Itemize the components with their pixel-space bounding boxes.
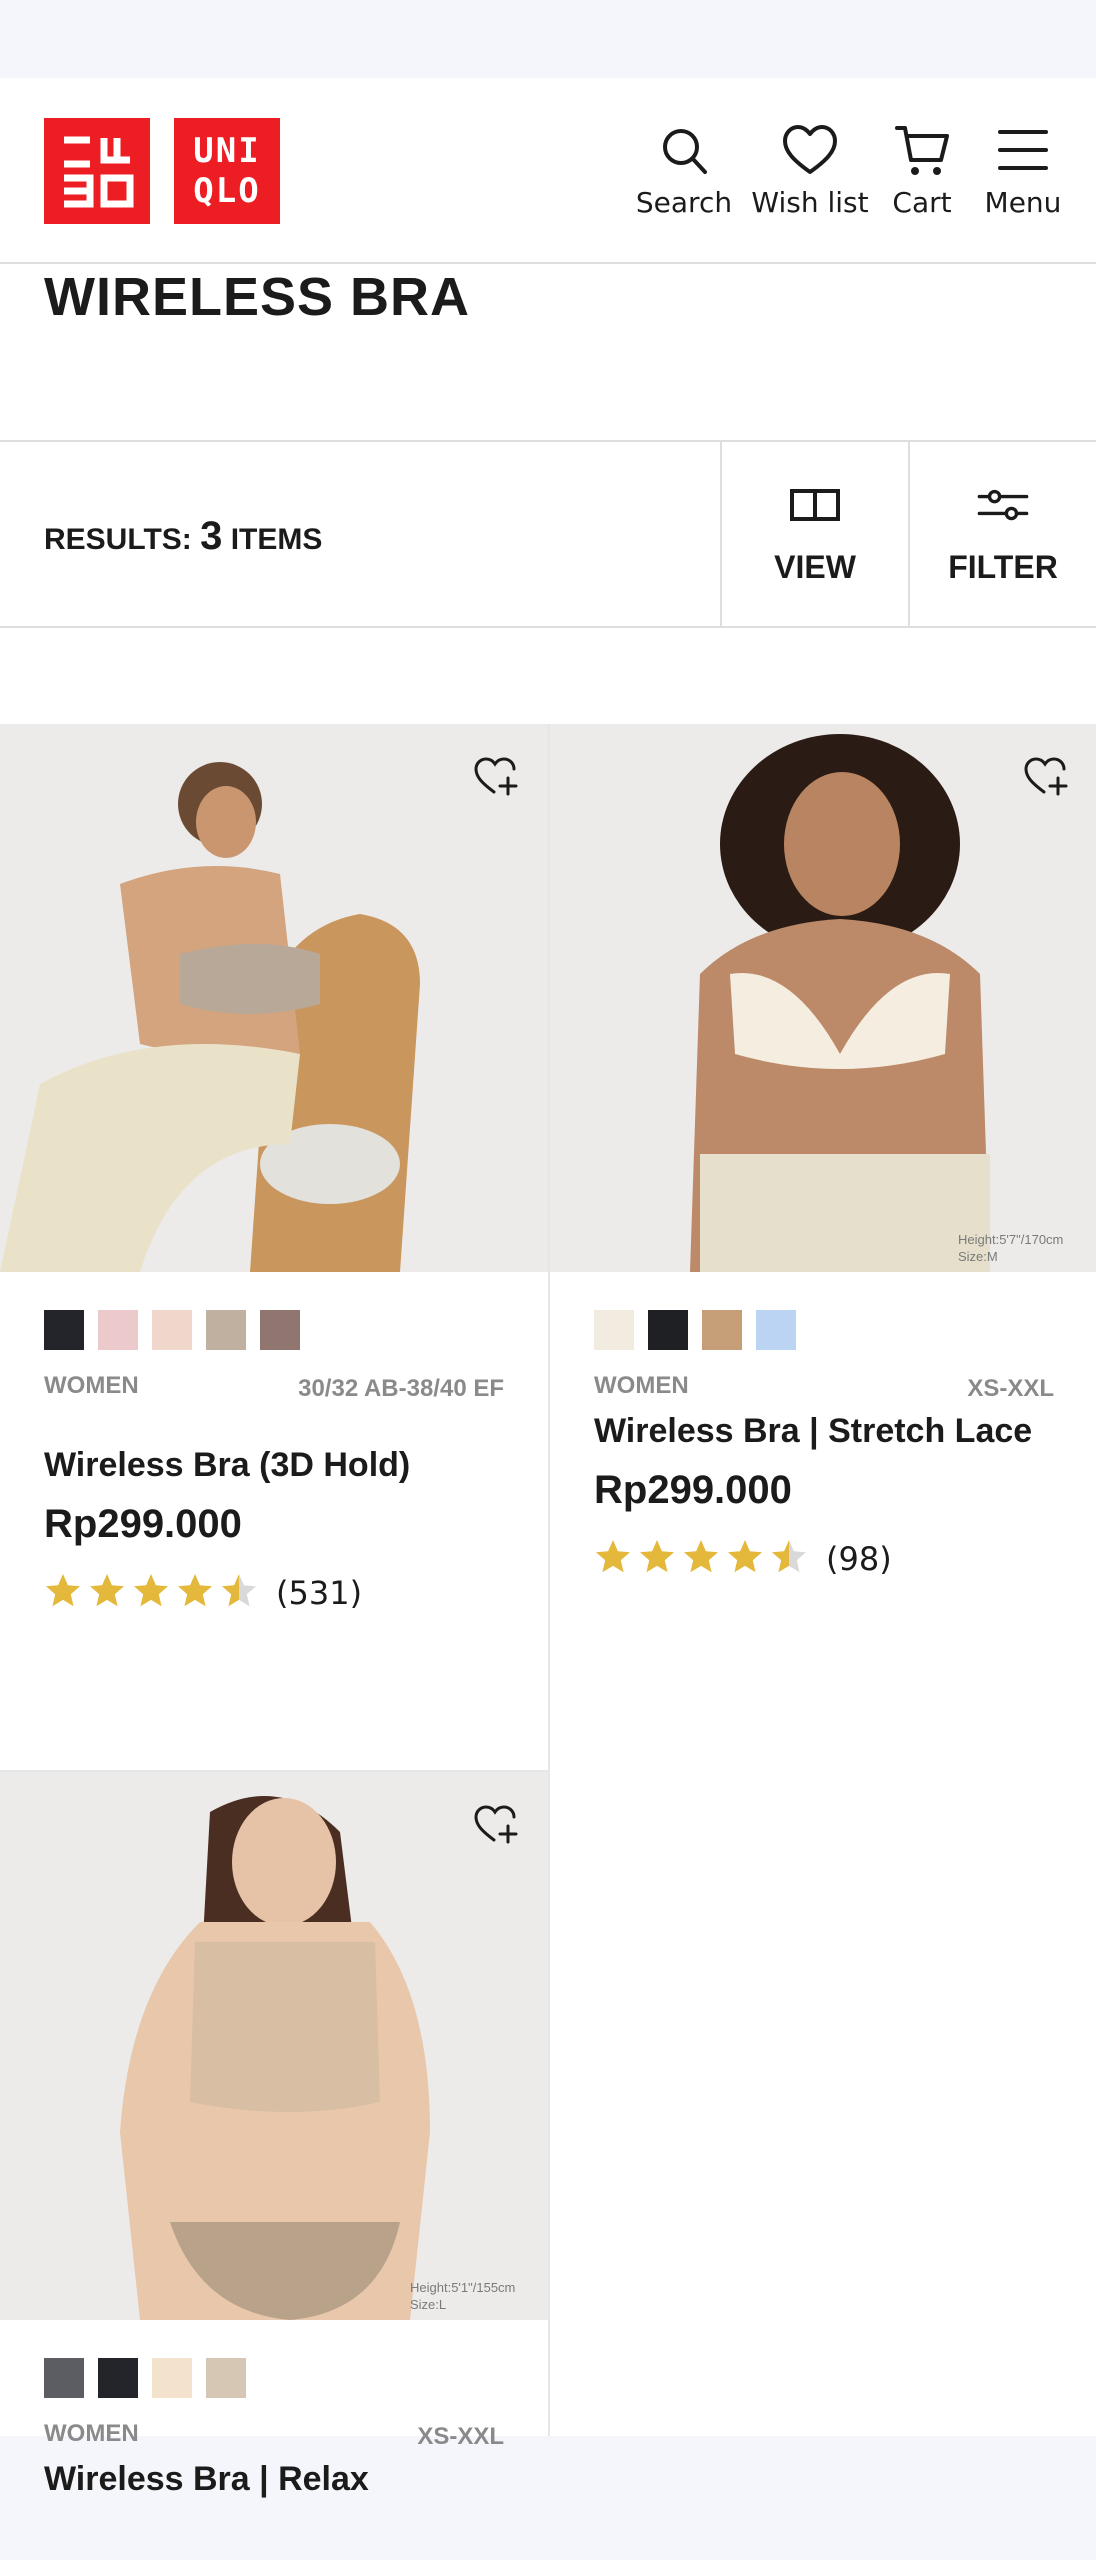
cart-button[interactable]: Cart <box>882 122 962 219</box>
star-icon <box>638 1538 676 1580</box>
view-button[interactable]: VIEW <box>720 442 908 626</box>
product-name[interactable]: Wireless Bra | Relax <box>44 2460 369 2499</box>
product-image[interactable]: Height:5'7"/170cm Size:M <box>550 724 1096 1272</box>
search-label: Search <box>635 186 733 219</box>
color-swatch[interactable] <box>98 1310 138 1350</box>
color-swatch[interactable] <box>98 2358 138 2398</box>
product-card[interactable]: WOMEN 30/32 AB-38/40 EF Wireless Bra (3D… <box>0 724 548 1770</box>
grid-view-icon <box>790 488 840 521</box>
product-gender: WOMEN <box>594 1372 689 1399</box>
page-title: WIRELESS BRA <box>44 267 471 327</box>
menu-label: Menu <box>984 186 1062 219</box>
uniqlo-logo[interactable]: UNI QLO <box>44 118 280 224</box>
title-section: WIRELESS BRA <box>0 264 1096 442</box>
product-size-range: XS-XXL <box>417 2423 504 2450</box>
product-size-range: 30/32 AB-38/40 EF <box>298 1375 504 1402</box>
star-icon <box>594 1538 632 1580</box>
hamburger-menu-icon <box>998 130 1048 170</box>
site-header: UNI QLO Search Wish list Cart Menu <box>0 78 1096 264</box>
star-icon <box>726 1538 764 1580</box>
color-swatch[interactable] <box>44 2358 84 2398</box>
product-rating: (531) <box>44 1572 362 1614</box>
add-to-wishlist-icon[interactable] <box>1022 752 1070 800</box>
star-icon <box>220 1572 258 1614</box>
cart-label: Cart <box>892 186 952 219</box>
product-name[interactable]: Wireless Bra (3D Hold) <box>44 1446 410 1485</box>
results-prefix: RESULTS: <box>44 523 192 556</box>
search-button[interactable]: Search <box>630 122 738 219</box>
star-icon <box>682 1538 720 1580</box>
product-price: Rp299.000 <box>44 1502 242 1546</box>
color-swatch[interactable] <box>702 1310 742 1350</box>
color-swatch[interactable] <box>206 2358 246 2398</box>
product-image[interactable] <box>0 724 548 1272</box>
results-suffix: ITEMS <box>230 523 323 556</box>
logo-text-block: UNI QLO <box>174 118 280 224</box>
star-icon <box>132 1572 170 1614</box>
add-to-wishlist-icon[interactable] <box>472 752 520 800</box>
results-number: 3 <box>200 514 223 558</box>
product-rating: (98) <box>594 1538 892 1580</box>
color-swatch[interactable] <box>152 2358 192 2398</box>
color-swatch[interactable] <box>260 1310 300 1350</box>
review-count: (98) <box>826 1540 892 1578</box>
cart-icon <box>895 126 949 175</box>
menu-button[interactable]: Menu <box>980 122 1066 219</box>
color-swatches <box>594 1310 796 1350</box>
wishlist-label: Wish list <box>751 186 869 219</box>
product-card[interactable]: Height:5'7"/170cm Size:M WOMEN XS-XXL Wi… <box>550 724 1096 1770</box>
color-swatch[interactable] <box>756 1310 796 1350</box>
filter-button[interactable]: FILTER <box>908 442 1096 626</box>
product-name[interactable]: Wireless Bra | Stretch Lace <box>594 1412 1032 1451</box>
results-toolbar: RESULTS: 3 ITEMS VIEW FILTER <box>0 442 1096 628</box>
view-label: VIEW <box>774 548 856 585</box>
height-caption: Height:5'7"/170cm <box>958 1232 1063 1247</box>
color-swatch[interactable] <box>152 1310 192 1350</box>
color-swatches <box>44 1310 300 1350</box>
filter-sliders-icon <box>977 489 1029 520</box>
rating-stars <box>594 1538 808 1580</box>
star-icon <box>770 1538 808 1580</box>
product-image[interactable]: Height:5'1"/155cm Size:L <box>0 1772 548 2320</box>
product-price: Rp299.000 <box>594 1468 792 1512</box>
logo-line-2: QLO <box>193 171 261 211</box>
product-listing-page: UNI QLO Search Wish list Cart Menu WIREL… <box>0 78 1096 2498</box>
rating-stars <box>44 1572 258 1614</box>
color-swatches <box>44 2358 246 2398</box>
size-caption: Size:L <box>410 2297 446 2312</box>
color-swatch[interactable] <box>648 1310 688 1350</box>
product-size-range: XS-XXL <box>967 1375 1054 1402</box>
product-card[interactable]: Height:5'1"/155cm Size:L WOMEN XS-XXL Wi… <box>0 1772 548 2498</box>
color-swatch[interactable] <box>594 1310 634 1350</box>
heart-icon <box>783 125 837 174</box>
logo-katakana-block <box>44 118 150 224</box>
logo-line-1: UNI <box>193 131 261 171</box>
color-swatch[interactable] <box>206 1310 246 1350</box>
add-to-wishlist-icon[interactable] <box>472 1800 520 1848</box>
results-count: RESULTS: 3 ITEMS <box>44 514 322 559</box>
search-icon <box>663 129 707 174</box>
wishlist-button[interactable]: Wish list <box>751 122 869 219</box>
filter-label: FILTER <box>948 548 1058 585</box>
height-caption: Height:5'1"/155cm <box>410 2280 515 2295</box>
size-caption: Size:M <box>958 1249 998 1264</box>
star-icon <box>176 1572 214 1614</box>
product-gender: WOMEN <box>44 2420 139 2447</box>
review-count: (531) <box>276 1574 363 1612</box>
header-nav: Search Wish list Cart Menu <box>630 122 1066 219</box>
product-gender: WOMEN <box>44 1372 139 1399</box>
color-swatch[interactable] <box>44 1310 84 1350</box>
star-icon <box>44 1572 82 1614</box>
star-icon <box>88 1572 126 1614</box>
